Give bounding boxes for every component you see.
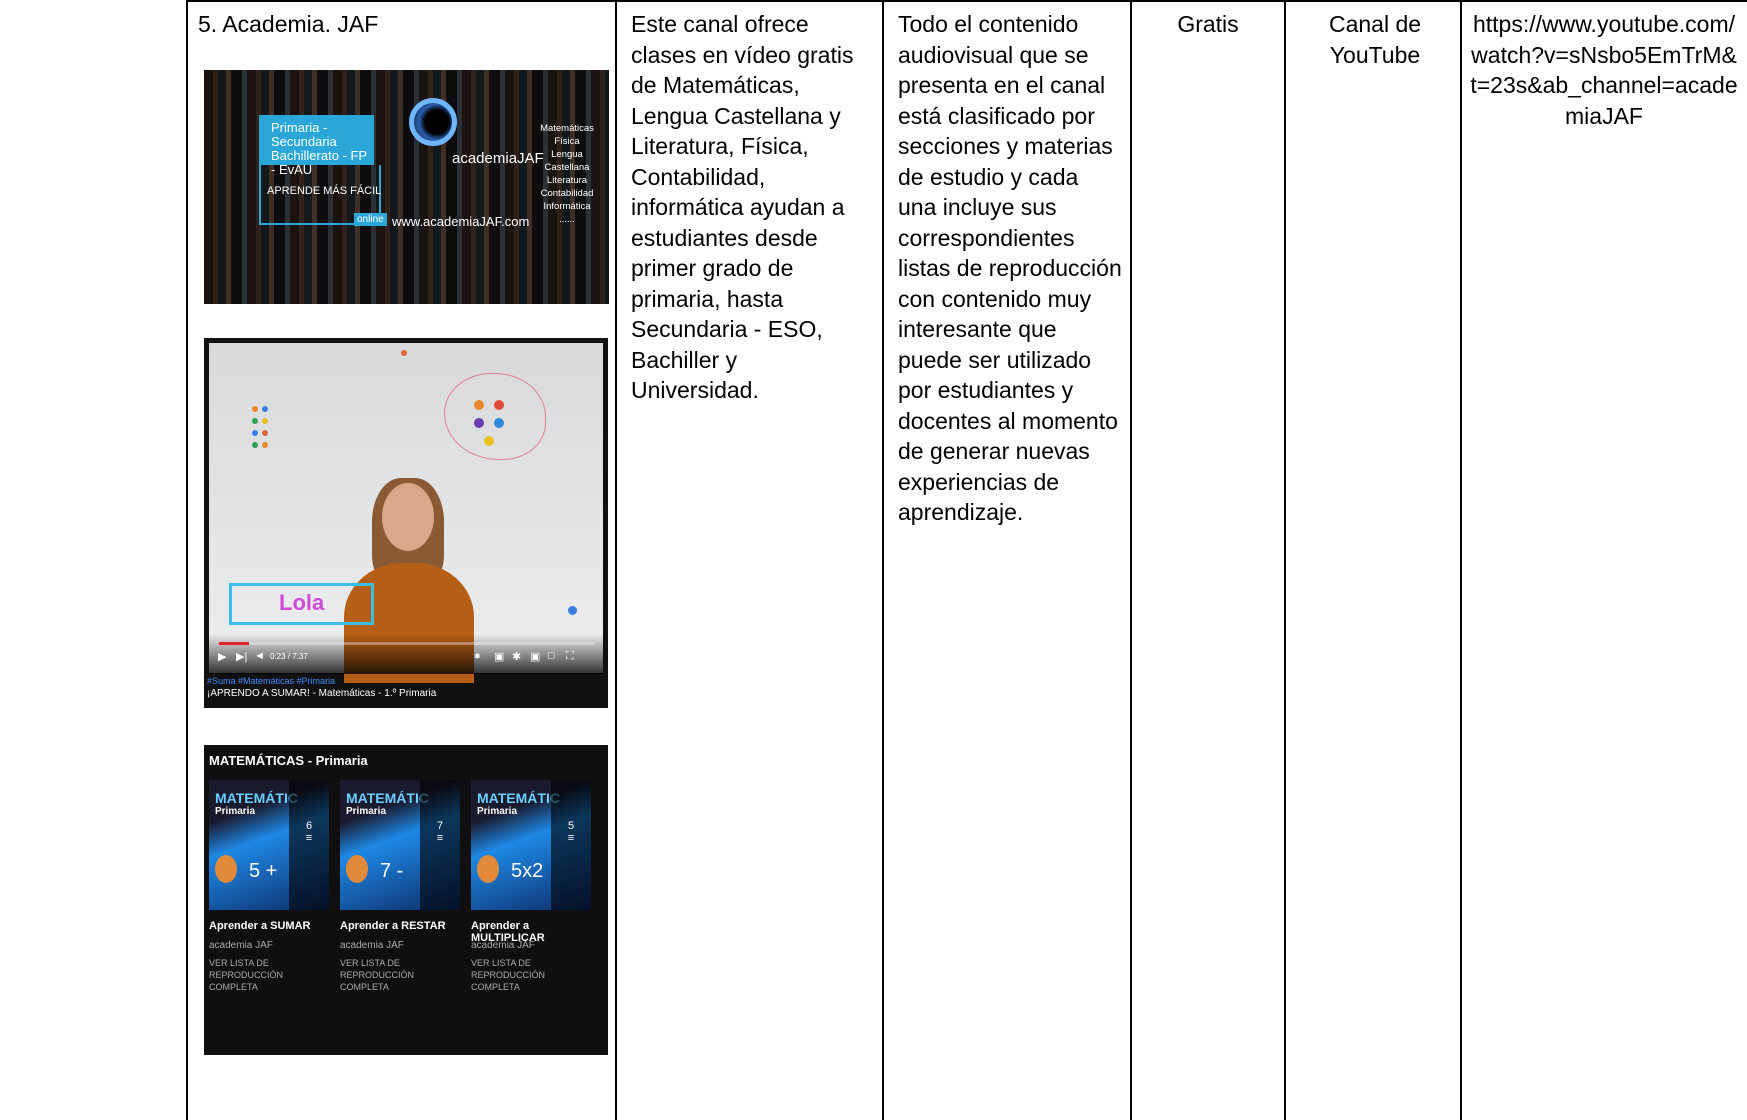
- subject-item: Física: [554, 136, 580, 147]
- playlist-title[interactable]: Aprender a RESTAR: [340, 920, 446, 932]
- character-icon: [346, 855, 368, 883]
- magnet-dot: [484, 436, 494, 446]
- online-badge: online: [354, 213, 387, 226]
- next-icon[interactable]: ▶|: [236, 650, 247, 663]
- card-heading: MATEMÁTIC: [346, 790, 429, 806]
- view-playlist-link[interactable]: VER LISTA DE REPRODUCCIÓN COMPLETA: [209, 957, 329, 993]
- magnet-dot: [252, 418, 258, 424]
- levels-line-1: Primaria - Secundaria: [271, 120, 337, 149]
- subjects-list: Matemáticas Física Lengua Castellana Lit…: [531, 122, 603, 226]
- column-divider: [615, 0, 617, 1120]
- playlist-title[interactable]: Aprender a SUMAR: [209, 920, 310, 932]
- column-divider: [1284, 0, 1286, 1120]
- playlist-count: 7: [436, 820, 444, 832]
- cost-cell: Gratis: [1177, 11, 1239, 37]
- character-icon: [215, 855, 237, 883]
- content-cell: Todo el contenido audiovisual que se pre…: [898, 11, 1122, 525]
- magnet-dot: [568, 606, 577, 615]
- autoplay-icon[interactable]: ●: [474, 650, 481, 662]
- card-heading: MATEMÁTIC: [477, 790, 560, 806]
- view-playlist-link[interactable]: VER LISTA DE REPRODUCCIÓN COMPLETA: [340, 957, 460, 993]
- video-title: ¡APRENDO A SUMAR! - Matemáticas - 1.º Pr…: [207, 688, 437, 699]
- magnet-dot: [262, 430, 268, 436]
- levels-box: Primaria - Secundaria Bachillerato - FP …: [259, 115, 374, 177]
- magnet-dot: [252, 430, 258, 436]
- playlist-count: 5: [567, 820, 575, 832]
- miniplayer-icon[interactable]: ▣: [530, 650, 540, 663]
- column-divider: [186, 0, 188, 1120]
- subject-item: Matemáticas: [540, 123, 594, 134]
- subject-item: Literatura: [546, 175, 588, 186]
- presenter-name: Lola: [279, 590, 325, 615]
- time-display: 0:23 / 7:37: [270, 652, 308, 661]
- playlist-count-panel: 6 ≡: [289, 780, 329, 910]
- theater-icon[interactable]: □: [548, 650, 555, 662]
- playlist-count-panel: 7 ≡: [420, 780, 460, 910]
- play-icon[interactable]: ▶: [218, 650, 226, 663]
- playlist-card[interactable]: MATEMÁTIC Primaria 5 + 6 ≡ Aprender a SU…: [209, 780, 329, 1010]
- magnet-dot: [494, 418, 504, 428]
- column-divider: [882, 0, 884, 1120]
- playlist-icon: ≡: [567, 832, 575, 844]
- playlist-count: 6: [305, 820, 313, 832]
- magnet-dot: [262, 442, 268, 448]
- row-divider: [187, 0, 1747, 2]
- subject-item: ......: [559, 214, 575, 225]
- magnet-dot: [494, 400, 504, 410]
- column-divider: [1130, 0, 1132, 1120]
- player-controls-bar: [209, 634, 603, 674]
- playlist-section-header: MATEMÁTICAS - Primaria: [209, 753, 368, 768]
- video-hashtags[interactable]: #Suma #Matemáticas #Primaria: [207, 676, 335, 686]
- logo-circle-icon: [409, 98, 457, 146]
- progress-fill: [219, 642, 249, 645]
- playlist-channel[interactable]: academia JAF: [471, 940, 535, 951]
- view-playlist-link[interactable]: VER LISTA DE REPRODUCCIÓN COMPLETA: [471, 957, 591, 993]
- resource-title: 5. Academia. JAF: [198, 11, 379, 37]
- progress-track[interactable]: [219, 642, 594, 645]
- channel-banner-image: Primaria - Secundaria Bachillerato - FP …: [204, 70, 609, 304]
- card-operation: 5 +: [249, 860, 278, 882]
- card-subheading: Primaria: [346, 806, 387, 817]
- type-cell: Canal de YouTube: [1328, 11, 1422, 68]
- playlist-card[interactable]: MATEMÁTIC Primaria 5x2 5 ≡ Aprender a MU…: [471, 780, 591, 1010]
- playlist-channel[interactable]: academia JAF: [340, 940, 404, 951]
- subject-item: Informática: [543, 201, 591, 212]
- magnet-dot: [474, 400, 484, 410]
- magnet-dot: [401, 350, 407, 356]
- magnet-dot: [474, 418, 484, 428]
- magnet-dot: [252, 442, 258, 448]
- settings-gear-icon[interactable]: ✱: [512, 650, 521, 663]
- playlist-icon: ≡: [305, 832, 313, 844]
- website-text: www.academiaJAF.com: [392, 214, 530, 229]
- magnet-dot: [262, 406, 268, 412]
- subtitles-icon[interactable]: ▣: [494, 650, 504, 663]
- magnet-dot: [262, 418, 268, 424]
- card-operation: 7 -: [380, 860, 404, 882]
- playlist-channel[interactable]: academia JAF: [209, 940, 273, 951]
- slogan-text: APRENDE MÁS FÁCIL: [267, 185, 382, 197]
- column-divider: [1460, 0, 1462, 1120]
- url-link[interactable]: https://www.youtube.com/watch?v=sNsbo5Em…: [1470, 9, 1738, 131]
- playlist-count-panel: 5 ≡: [551, 780, 591, 910]
- subject-item: Lengua Castellana: [544, 149, 590, 173]
- card-subheading: Primaria: [215, 806, 256, 817]
- volume-icon[interactable]: ◄: [254, 650, 265, 662]
- description-cell: Este canal ofrece clases en vídeo gratis…: [631, 11, 854, 403]
- playlist-card[interactable]: MATEMÁTIC Primaria 7 - 7 ≡ Aprender a RE…: [340, 780, 460, 1010]
- magnet-dot: [252, 406, 258, 412]
- video-player-screenshot: Lola ▶ ▶| ◄ 0:23 / 7:37 ● ▣ ✱ ▣ □ ⛶ #Sum…: [204, 338, 608, 708]
- playlist-section-screenshot: MATEMÁTICAS - Primaria MATEMÁTIC Primari…: [204, 745, 608, 1055]
- fullscreen-icon[interactable]: ⛶: [566, 650, 574, 663]
- subject-item: Contabilidad: [540, 188, 594, 199]
- card-subheading: Primaria: [477, 806, 518, 817]
- playlist-icon: ≡: [436, 832, 444, 844]
- card-operation: 5x2: [511, 860, 544, 882]
- character-icon: [477, 855, 499, 883]
- card-heading: MATEMÁTIC: [215, 790, 298, 806]
- brand-text: academiaJAF: [452, 150, 544, 167]
- presenter-face: [382, 483, 434, 551]
